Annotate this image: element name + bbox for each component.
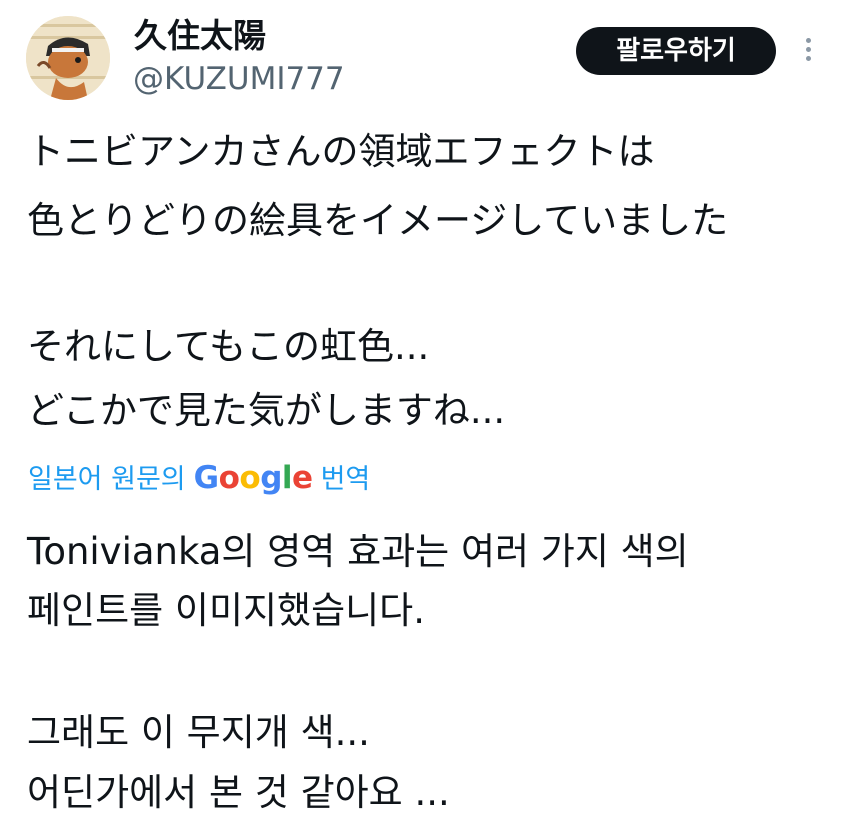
avatar-illustration-icon <box>26 16 110 100</box>
author-display-name[interactable]: 久住太陽 <box>134 14 266 58</box>
translated-text-line: 어딘가에서 본 것 같아요 ... <box>27 771 450 814</box>
more-vertical-icon[interactable] <box>796 34 820 70</box>
google-logo-letter: G <box>193 460 219 496</box>
translation-attribution-link[interactable]: 일본어 원문의 Google 번역 <box>28 456 370 500</box>
google-logo: Google <box>194 456 313 500</box>
avatar[interactable] <box>26 16 110 100</box>
tweet: 久住太陽 @KUZUMI777 팔로우하기 トニビアンカさんの領域エフェクトは … <box>0 0 850 831</box>
original-text-line: トニビアンカさんの領域エフェクトは <box>27 130 655 173</box>
original-text-line: どこかで見た気がしますね... <box>27 389 506 432</box>
translation-label-prefix: 일본어 원문의 <box>28 464 186 495</box>
author-handle[interactable]: @KUZUMI777 <box>133 58 345 100</box>
google-logo-letter: l <box>281 460 293 496</box>
google-logo-letter: e <box>292 460 313 496</box>
original-text-line: 色とりどりの絵具をイメージしていました <box>27 199 729 242</box>
translated-text-line: 페인트를 이미지했습니다. <box>27 589 425 632</box>
original-text-line: それにしてもこの虹色... <box>27 325 430 368</box>
google-logo-letter: o <box>218 460 240 496</box>
translation-label-suffix: 번역 <box>320 464 371 495</box>
translated-text-line: Tonivianka의 영역 효과는 여러 가지 색의 <box>27 530 689 573</box>
follow-button[interactable]: 팔로우하기 <box>576 27 776 75</box>
translated-text-line: 그래도 이 무지개 색... <box>27 711 370 754</box>
google-logo-letter: o <box>239 460 261 496</box>
google-logo-letter: g <box>260 460 282 496</box>
